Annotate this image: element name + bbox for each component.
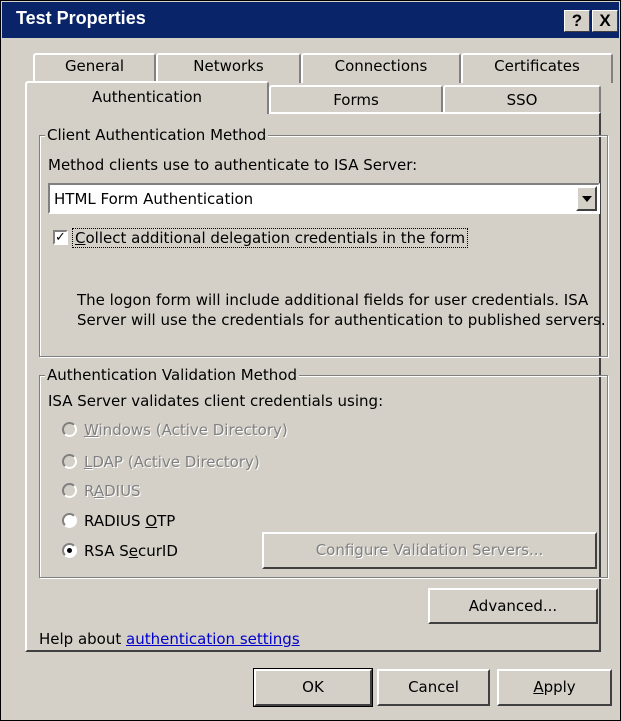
method-prompt: Method clients use to authenticate to IS…: [48, 156, 418, 174]
group-label: Authentication Validation Method: [45, 366, 299, 384]
accelerator-key: W: [84, 421, 99, 439]
tab-certificates[interactable]: Certificates: [461, 53, 613, 83]
delegation-checkbox-label[interactable]: Collect additional delegation credential…: [72, 228, 469, 248]
accelerator-key: e: [128, 542, 139, 560]
delegation-checkbox[interactable]: ✓: [53, 230, 68, 245]
tab-label: Connections: [334, 57, 428, 75]
description-line-1: The logon form will include additional f…: [77, 291, 589, 309]
radio-selected-dot: [67, 548, 72, 553]
group-label: Client Authentication Method: [45, 126, 269, 144]
tab-general[interactable]: General: [33, 53, 156, 83]
label-text: indows (Active Directory): [98, 421, 288, 439]
ok-button[interactable]: OK: [253, 668, 373, 707]
help-prefix: Help about: [39, 630, 127, 648]
button-label: Cancel: [408, 678, 459, 696]
cancel-button[interactable]: Cancel: [377, 669, 490, 706]
validation-prompt: ISA Server validates client credentials …: [48, 392, 384, 410]
label-text: RADIUS: [84, 512, 146, 530]
radio-ldap-label[interactable]: LDAP (Active Directory): [84, 453, 260, 471]
radio-radius-otp[interactable]: [62, 513, 77, 528]
tab-label: SSO: [506, 91, 538, 109]
tab-networks[interactable]: Networks: [156, 53, 301, 83]
advanced-button[interactable]: Advanced...: [428, 588, 598, 624]
auth-method-dropdown[interactable]: HTML Form Authentication: [48, 183, 600, 214]
radio-radius-label[interactable]: RADIUS: [84, 482, 141, 500]
button-label: OK: [302, 678, 324, 696]
dropdown-value: HTML Form Authentication: [54, 190, 254, 208]
label-text: ollect additional delegation credentials…: [85, 229, 466, 247]
label-text: R: [84, 482, 94, 500]
label-text: curID: [138, 542, 178, 560]
description-line-2: Server will use the credentials for auth…: [77, 311, 606, 329]
label-text: TP: [157, 512, 176, 530]
radio-ldap[interactable]: [62, 454, 77, 469]
tab-authentication[interactable]: Authentication: [25, 81, 269, 114]
check-icon: ✓: [55, 230, 66, 245]
tab-connections[interactable]: Connections: [301, 53, 461, 83]
button-label: Configure Validation Servers...: [315, 541, 544, 559]
label-text: RSA S: [84, 542, 129, 560]
radio-windows-label[interactable]: Windows (Active Directory): [84, 421, 288, 439]
radio-windows[interactable]: [62, 422, 77, 437]
label-text: pply: [543, 678, 576, 696]
configure-validation-servers-button[interactable]: Configure Validation Servers...: [262, 532, 597, 569]
accelerator-key: A: [93, 482, 105, 500]
label-text: DIUS: [104, 482, 141, 500]
tab-sso[interactable]: SSO: [443, 85, 601, 113]
chevron-down-icon[interactable]: [576, 186, 597, 211]
tab-label: Authentication: [91, 88, 203, 106]
accelerator-key: A: [533, 678, 544, 696]
apply-button[interactable]: Apply: [497, 669, 612, 706]
button-label: Advanced...: [468, 597, 558, 615]
help-button[interactable]: ?: [564, 10, 590, 32]
help-text: Help about authentication settings: [39, 630, 300, 648]
radio-rsa-securid-label[interactable]: RSA SecurID: [84, 542, 178, 560]
properties-dialog: Test Properties ? X General Networks Con…: [0, 0, 621, 721]
tab-label: Networks: [193, 57, 264, 75]
accelerator-key: C: [75, 229, 86, 247]
title-bar[interactable]: Test Properties ? X: [2, 2, 619, 38]
tab-forms[interactable]: Forms: [269, 85, 443, 113]
close-button[interactable]: X: [592, 10, 618, 32]
label-text: DAP (Active Directory): [92, 453, 260, 471]
radio-radius[interactable]: [62, 483, 77, 498]
tab-label: General: [64, 57, 125, 75]
authentication-settings-link[interactable]: authentication settings: [126, 630, 300, 648]
tab-label: Certificates: [494, 57, 580, 75]
accelerator-key: O: [145, 512, 158, 530]
dialog-title: Test Properties: [16, 8, 146, 28]
radio-rsa-securid[interactable]: [62, 543, 77, 558]
radio-radius-otp-label[interactable]: RADIUS OTP: [84, 512, 175, 530]
tab-label: Forms: [333, 91, 379, 109]
button-label: Apply: [533, 678, 575, 696]
